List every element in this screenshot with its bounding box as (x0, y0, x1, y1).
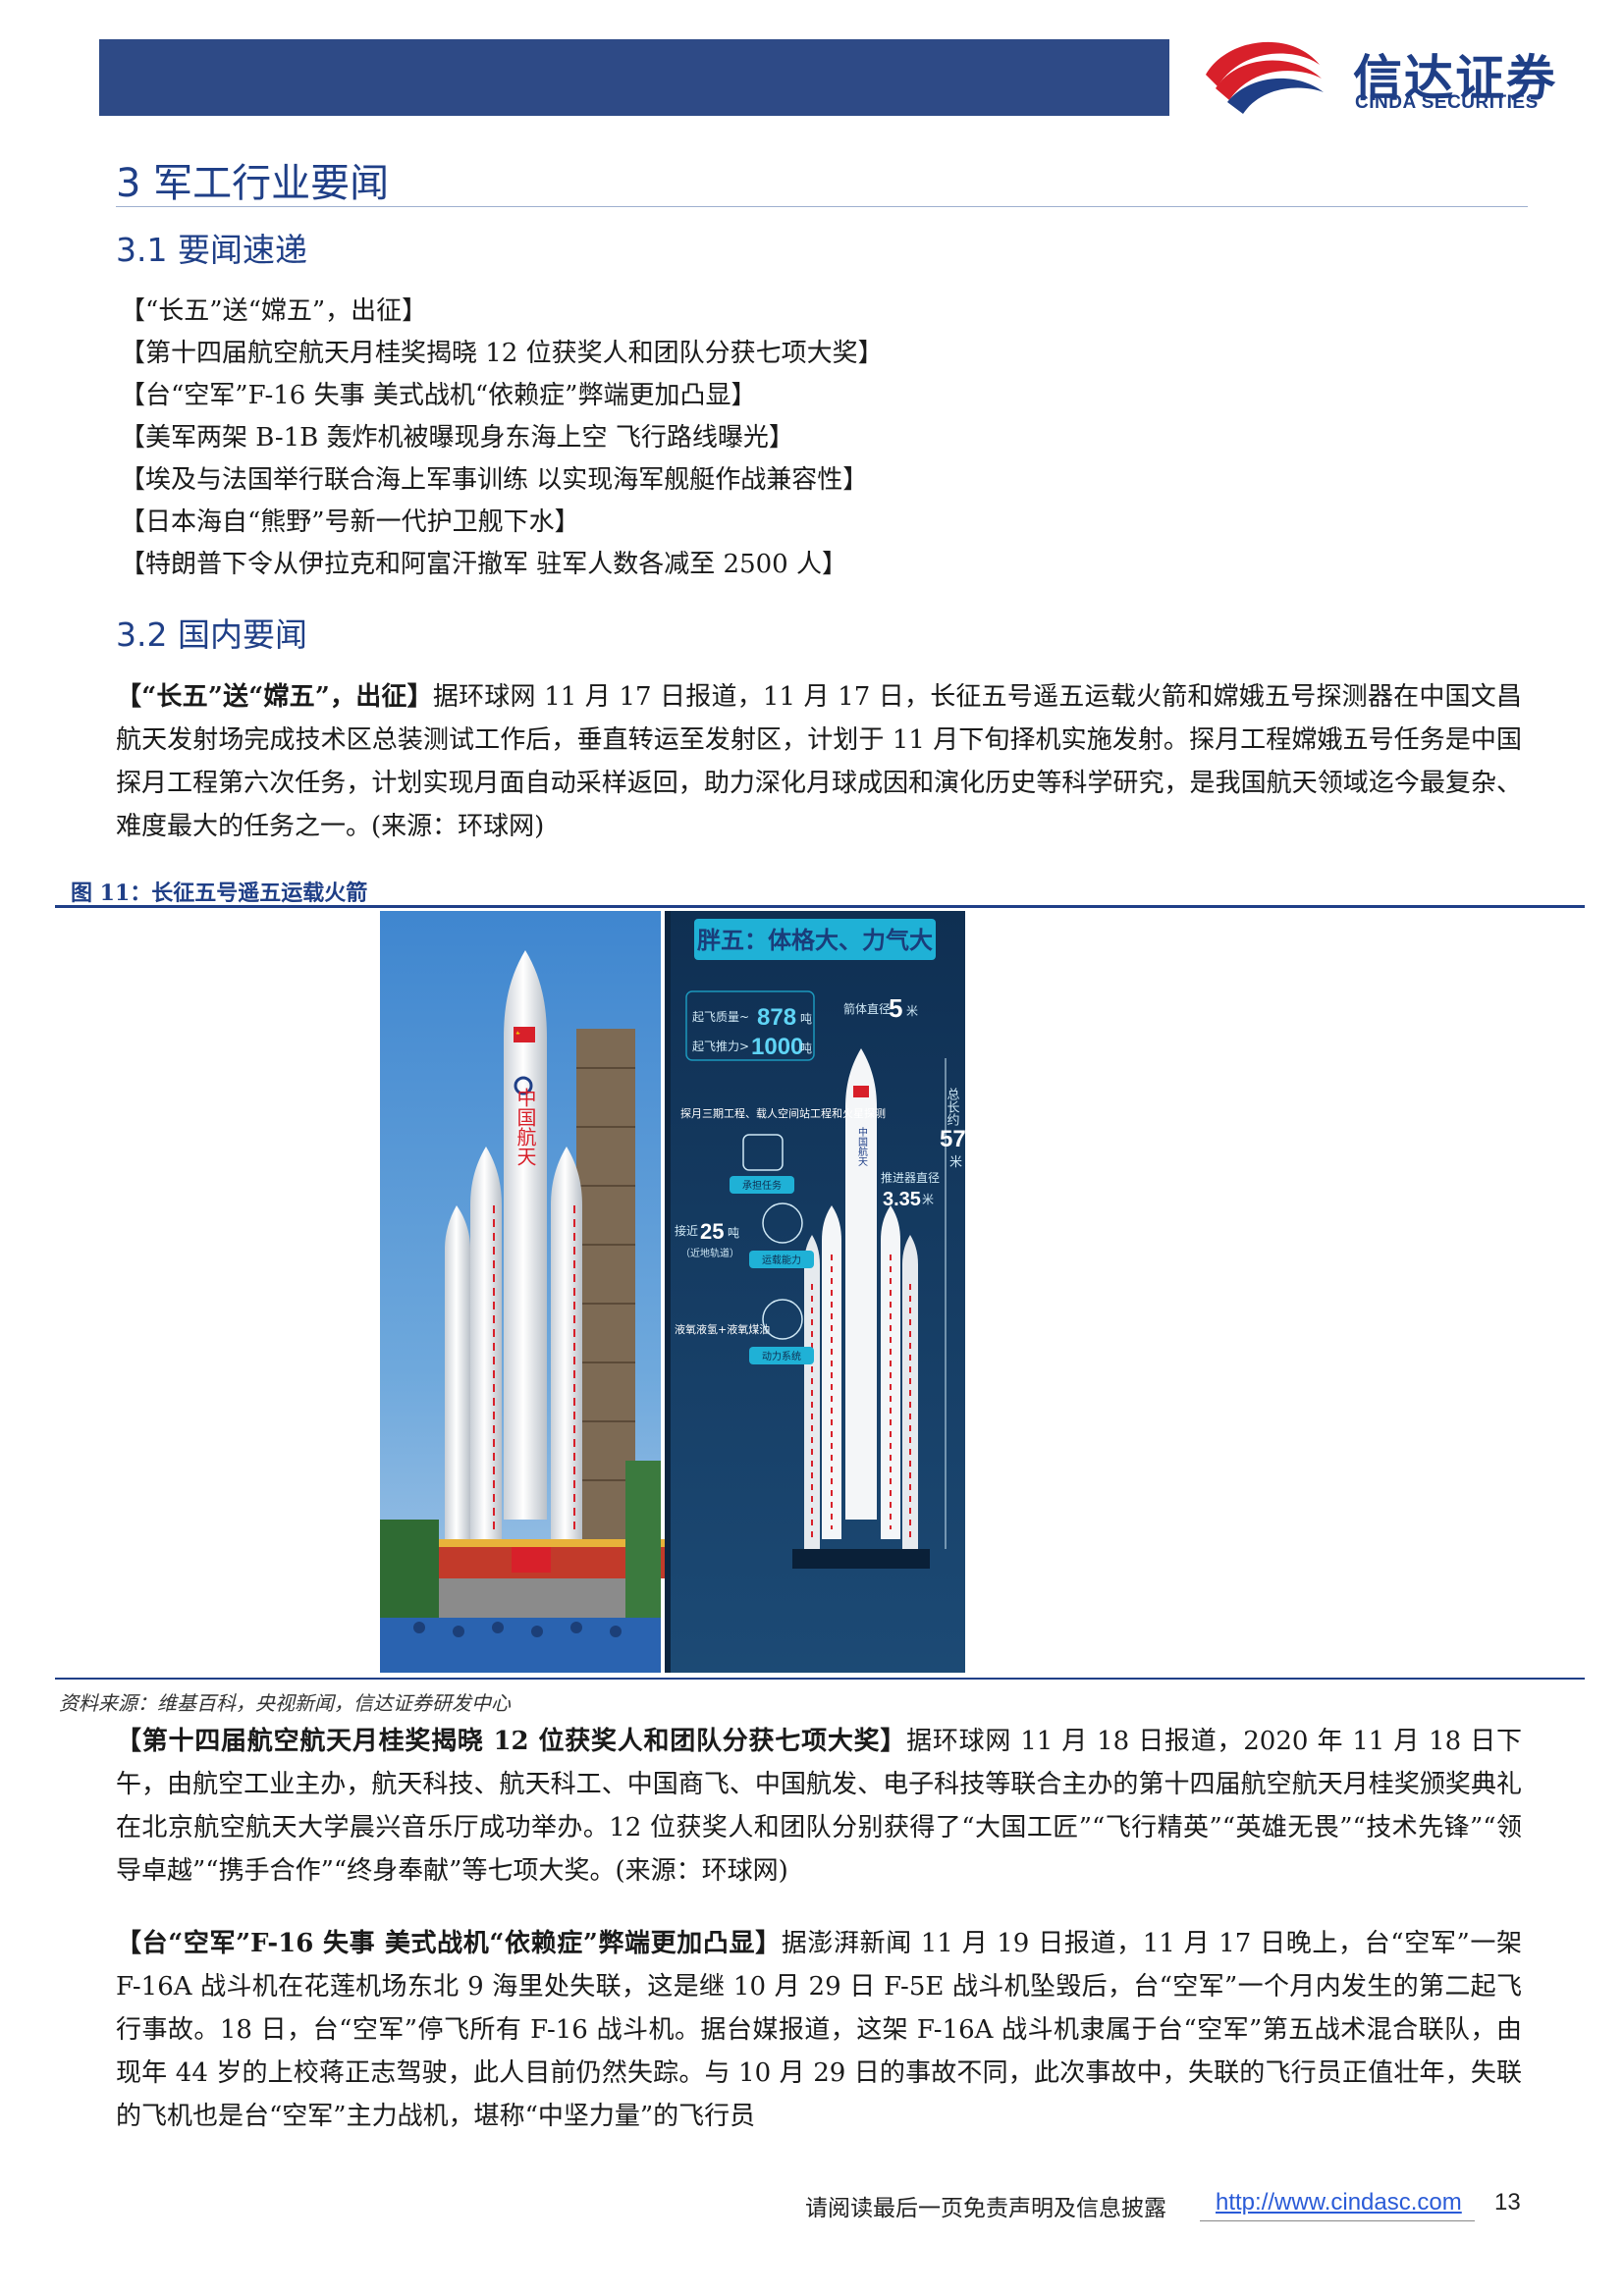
news-headline-list: 【“长五”送“嫦五”，出征】 【第十四届航空航天月桂奖揭晓 12 位获奖人和团队… (120, 291, 1514, 586)
news-body: 据澎湃新闻 11 月 19 日报道，11 月 17 日晚上，台“空军”一架 F-… (116, 1929, 1522, 2131)
booster-label: 推进器直径 (881, 1171, 940, 1185)
headline-item: 【第十四届航空航天月桂奖揭晓 12 位获奖人和团队分获七项大奖】 (120, 339, 884, 368)
fuel-tag: 动力系统 (762, 1350, 801, 1362)
headline-item: 【台“空军”F-16 失事 美式战机“依赖症”弊端更加凸显】 (120, 381, 757, 410)
rocket-infographic: 胖五：体格大、力气大 起飞质量~ 878 吨 起飞推力> 1000 吨 箭体直径… (665, 911, 966, 1673)
capacity-unit: 吨 (728, 1226, 739, 1240)
diameter-label: 箭体直径 (843, 1001, 891, 1016)
figure-source: 资料来源：维基百科，央视新闻，信达证券研发中心 (59, 1691, 511, 1715)
figure-bottom-rule (55, 1678, 1585, 1680)
subsection-title-domestic-news: 3.2 国内要闻 (116, 615, 307, 654)
diameter-unit: 米 (906, 1004, 918, 1018)
missions-tag: 承担任务 (742, 1179, 782, 1192)
news-title: 【台“空军”F-16 失事 美式战机“依赖症”弊端更加凸显】 (116, 1929, 782, 1958)
rocket-figure: 中国航天 胖五：体格大、力气大 起飞质量~ 878 吨 起飞推力> 1000 吨… (380, 911, 966, 1673)
news-paragraph: 【第十四届航空航天月桂奖揭晓 12 位获奖人和团队分获七项大奖】据环球网 11 … (116, 1720, 1522, 1893)
news-title: 【第十四届航空航天月桂奖揭晓 12 位获奖人和团队分获七项大奖】 (116, 1727, 907, 1756)
thrust-value: 1000 (751, 1034, 803, 1060)
length-unit: 米 (949, 1155, 962, 1170)
footer-disclaimer-note: 请阅读最后一页免责声明及信息披露 (805, 2196, 1166, 2221)
footer-divider (1200, 2220, 1475, 2221)
logo-english-name: CINDA SECURITIES (1355, 92, 1539, 113)
capacity-label: 接近 (675, 1223, 698, 1238)
figure-top-rule (55, 905, 1585, 908)
fuel-text: 液氧液氢+液氧煤油 (675, 1322, 770, 1336)
subsection-title-news-brief: 3.1 要闻速递 (116, 231, 307, 269)
section-title: 3 军工行业要闻 (116, 161, 390, 206)
headline-item: 【日本海自“熊野”号新一代护卫舰下水】 (120, 507, 580, 537)
thrust-unit: 吨 (800, 1041, 812, 1055)
news-title: 【“长五”送“嫦五”，出征】 (116, 682, 433, 712)
headline-item: 【“长五”送“嫦五”，出征】 (120, 296, 428, 326)
infographic-title: 胖五：体格大、力气大 (697, 927, 933, 954)
booster-unit: 米 (922, 1193, 934, 1206)
cinda-logo-icon (1206, 41, 1324, 114)
header-bar (99, 39, 1169, 116)
section-divider (116, 206, 1528, 207)
figure-caption: 图 11：长征五号遥五运载火箭 (71, 881, 368, 906)
rocket-photo: 中国航天 (380, 911, 671, 1673)
takeoff-mass-value: 878 (757, 1004, 796, 1031)
svg-text:中国航天: 中国航天 (514, 1088, 537, 1166)
headline-item: 【埃及与法国举行联合海上军事训练 以实现海军舰艇作战兼容性】 (120, 465, 869, 495)
takeoff-mass-unit: 吨 (800, 1012, 812, 1026)
page-number: 13 (1494, 2189, 1521, 2216)
length-value: 57 (940, 1126, 966, 1152)
length-label: 总长约 (945, 1088, 960, 1126)
capacity-value: 25 (700, 1219, 724, 1244)
missions-text: 探月三期工程、载人空间站工程和火星探测 (680, 1106, 886, 1120)
takeoff-mass-label: 起飞质量~ (692, 1010, 749, 1024)
thrust-label: 起飞推力> (692, 1040, 749, 1053)
news-paragraph: 【“长五”送“嫦五”，出征】据环球网 11 月 17 日报道，11 月 17 日… (116, 675, 1522, 848)
infographic-rocket-label: 中国航天 (856, 1126, 868, 1167)
capacity-tag: 运载能力 (762, 1254, 801, 1266)
headline-item: 【美军两架 B-1B 轰炸机被曝现身东海上空 飞行路线曝光】 (120, 423, 794, 453)
footer-website-link[interactable]: http://www.cindasc.com (1216, 2189, 1462, 2216)
news-paragraph: 【台“空军”F-16 失事 美式战机“依赖症”弊端更加凸显】据澎湃新闻 11 月… (116, 1922, 1522, 2138)
booster-value: 3.35 (883, 1189, 921, 1210)
diameter-value: 5 (889, 993, 902, 1023)
capacity-note: （近地轨道） (680, 1247, 739, 1259)
headline-item: 【特朗普下令从伊拉克和阿富汗撤军 驻军人数各减至 2500 人】 (120, 550, 847, 579)
